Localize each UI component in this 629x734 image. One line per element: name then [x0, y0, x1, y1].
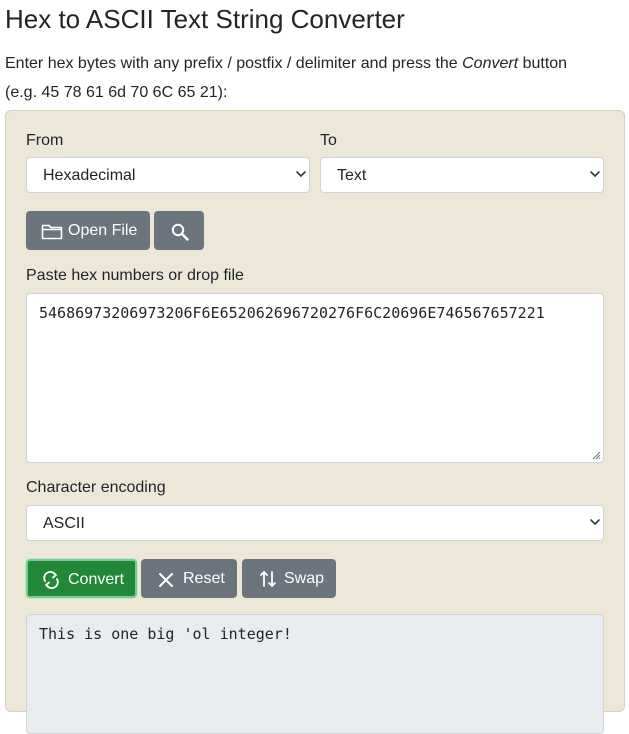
- encoding-select[interactable]: ASCII: [26, 505, 604, 541]
- reset-label: Reset: [183, 570, 225, 587]
- chevron-down-icon: [590, 171, 600, 177]
- intro-convert-emphasis: Convert: [462, 55, 519, 72]
- resize-grip-icon[interactable]: [592, 451, 601, 460]
- from-label: From: [26, 132, 64, 149]
- intro-text: Enter hex bytes with any prefix / postfi…: [5, 53, 567, 75]
- to-label: To: [320, 132, 337, 149]
- page-title: Hex to ASCII Text String Converter: [5, 4, 405, 34]
- folder-icon: [41, 224, 63, 240]
- converter-panel: From Hexadecimal To Text Open File Paste…: [5, 110, 625, 734]
- refresh-icon: [43, 571, 59, 589]
- swap-vertical-icon: [260, 571, 276, 587]
- to-select-value: Text: [337, 167, 367, 184]
- chevron-down-icon: [590, 519, 600, 525]
- convert-label: Convert: [68, 571, 125, 588]
- close-icon: [159, 573, 173, 587]
- hex-input-value: 54686973206973206F6E652062696720276F6C20…: [39, 304, 545, 322]
- reset-button[interactable]: Reset: [141, 559, 237, 598]
- search-button[interactable]: [154, 211, 204, 250]
- hex-input[interactable]: 54686973206973206F6E652062696720276F6C20…: [26, 293, 604, 463]
- from-select-value: Hexadecimal: [43, 167, 136, 184]
- search-icon: [171, 223, 189, 241]
- swap-label: Swap: [284, 570, 325, 587]
- intro-text-end: button: [518, 55, 568, 72]
- text-output[interactable]: This is one big 'ol integer!: [26, 614, 604, 734]
- chevron-down-icon: [296, 171, 306, 177]
- swap-button[interactable]: Swap: [242, 559, 336, 598]
- encoding-label: Character encoding: [26, 479, 166, 496]
- intro-example: (e.g. 45 78 61 6d 70 6C 65 21):: [5, 84, 228, 101]
- open-file-button[interactable]: Open File: [26, 211, 150, 250]
- input-label: Paste hex numbers or drop file: [26, 267, 244, 284]
- convert-button[interactable]: Convert: [26, 559, 137, 598]
- to-select[interactable]: Text: [320, 157, 604, 193]
- intro-text-start: Enter hex bytes with any prefix / postfi…: [5, 55, 463, 72]
- text-output-value: This is one big 'ol integer!: [39, 625, 292, 643]
- encoding-select-value: ASCII: [43, 515, 85, 532]
- from-select[interactable]: Hexadecimal: [26, 157, 310, 193]
- open-file-label: Open File: [68, 222, 138, 239]
